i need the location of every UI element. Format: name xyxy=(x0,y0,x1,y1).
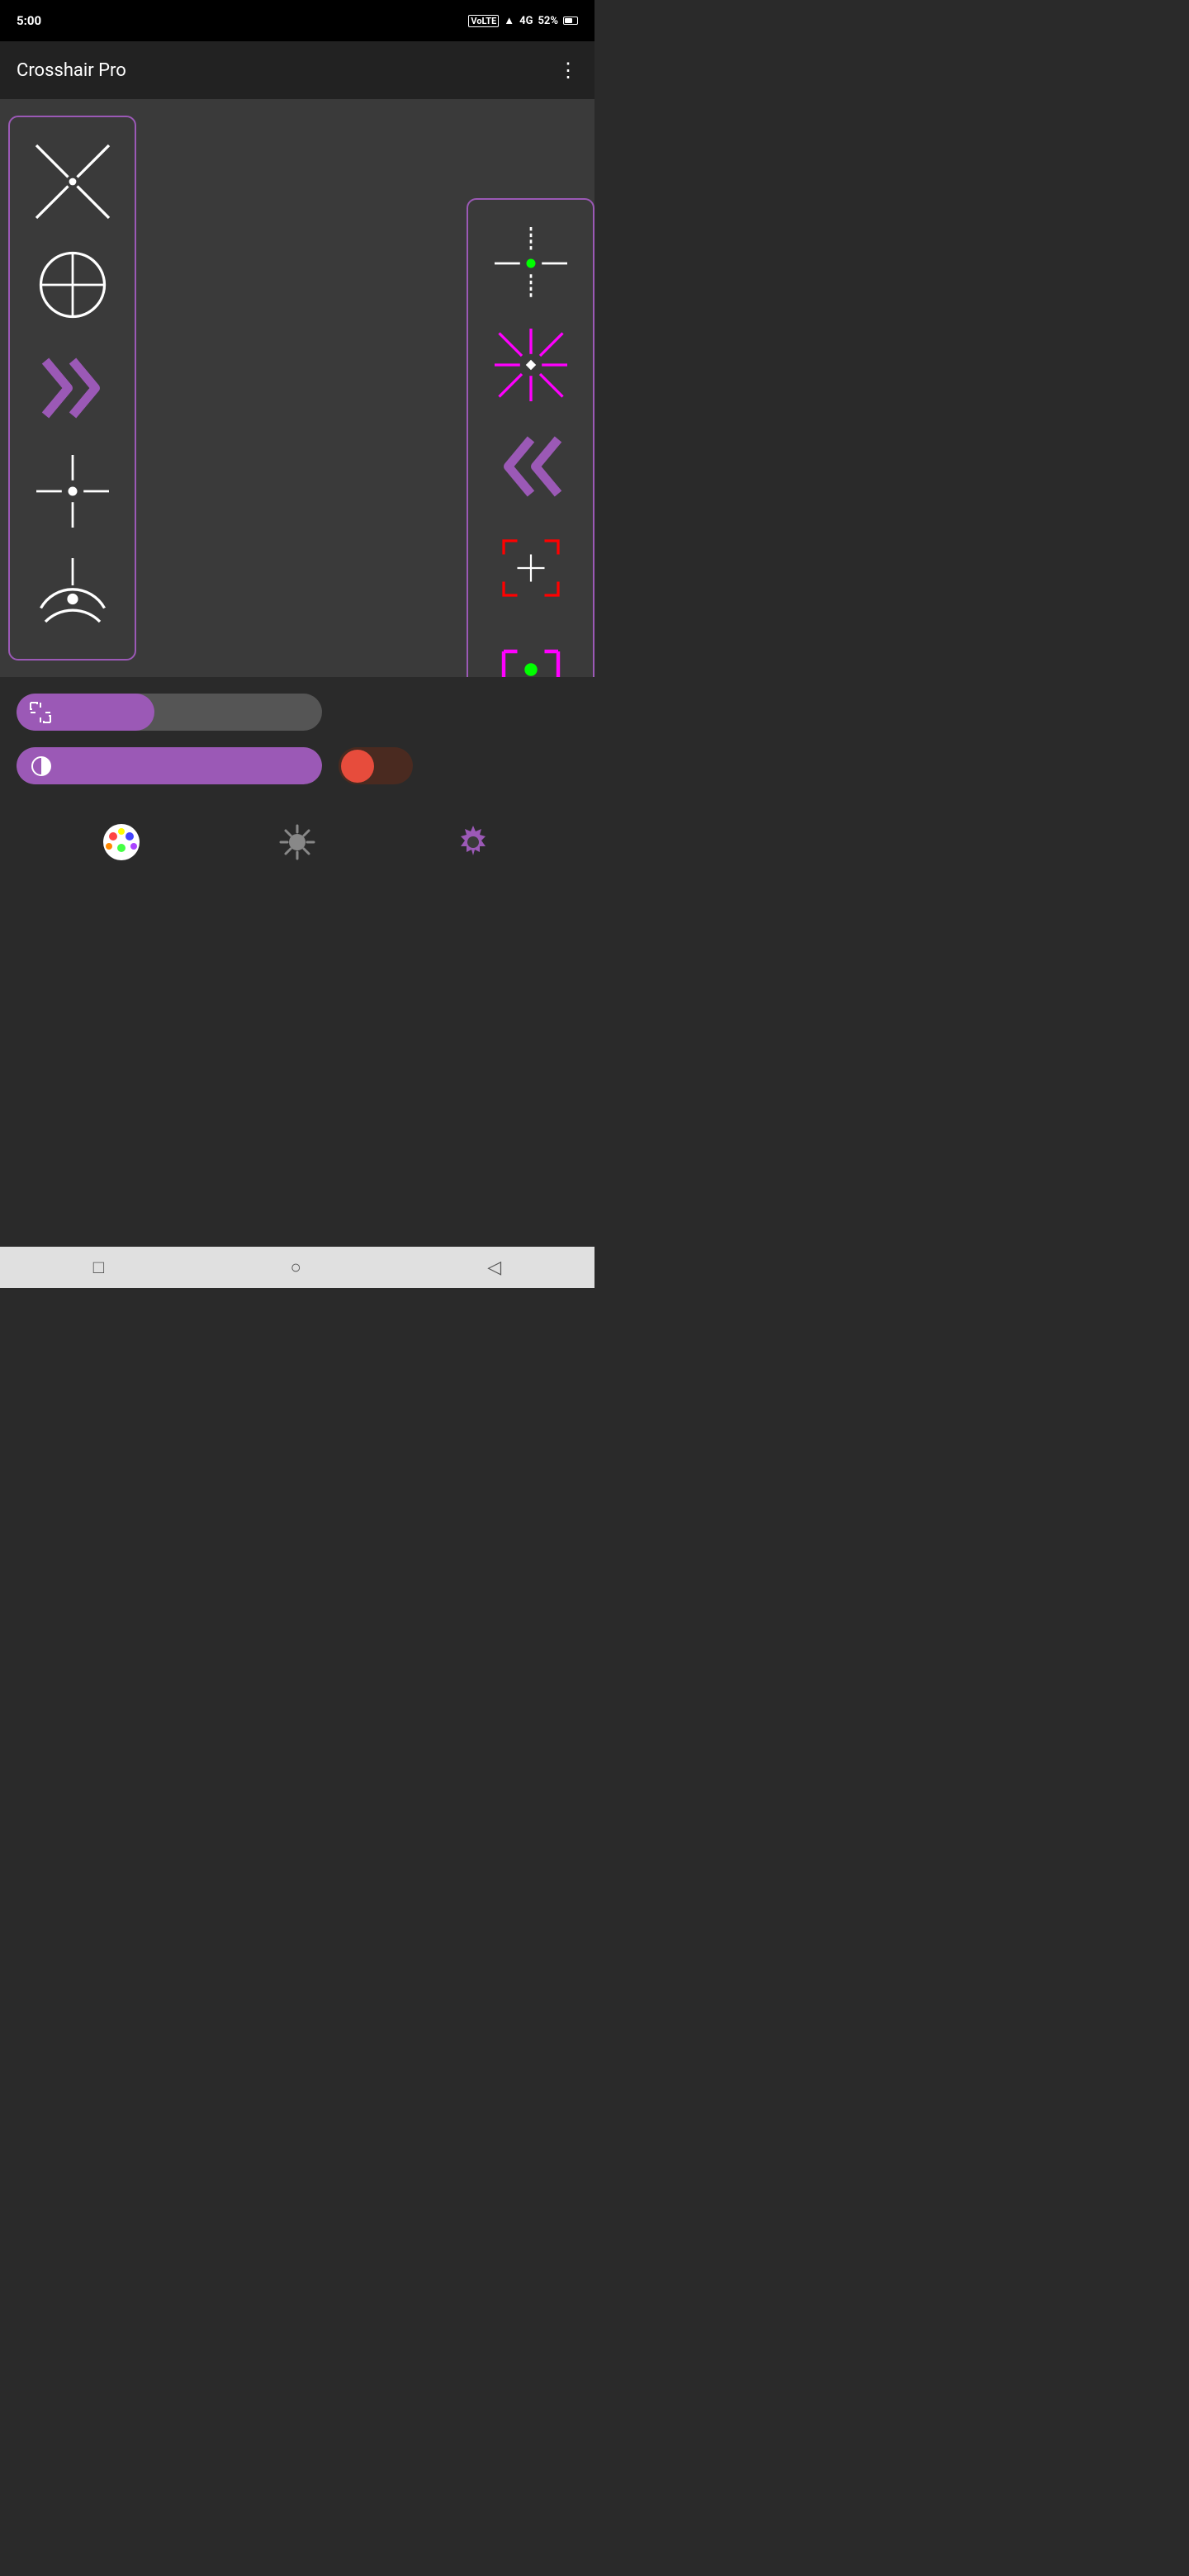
bottom-toolbar xyxy=(0,809,594,875)
crosshair-item-chevrons-left[interactable] xyxy=(486,421,576,512)
nav-square-button[interactable]: □ xyxy=(93,1257,104,1278)
palette-button[interactable] xyxy=(98,820,144,865)
left-crosshair-panel xyxy=(8,116,136,661)
opacity-row xyxy=(17,747,578,784)
opacity-slider-fill xyxy=(17,747,322,784)
crosshair-item-circle-cross[interactable] xyxy=(27,239,118,330)
opacity-slider-track[interactable] xyxy=(17,747,322,784)
crosshair-item-chevrons[interactable] xyxy=(27,343,118,433)
menu-button[interactable]: ⋮ xyxy=(558,59,578,82)
crosshair-item-dot-cross[interactable] xyxy=(27,446,118,537)
battery-icon xyxy=(563,17,578,25)
controls-area xyxy=(0,677,594,793)
toggle-knob xyxy=(341,750,374,783)
main-content xyxy=(0,99,594,677)
nav-back-button[interactable]: ◁ xyxy=(487,1257,501,1278)
status-time: 5:00 xyxy=(17,13,41,28)
app-header: Crosshair Pro ⋮ xyxy=(0,41,594,99)
size-slider-row xyxy=(17,694,578,731)
crosshair-item-star-cross[interactable] xyxy=(486,320,576,410)
app-title: Crosshair Pro xyxy=(17,60,126,81)
settings-button[interactable] xyxy=(451,820,496,865)
crosshair-item-bracket-cross[interactable] xyxy=(486,523,576,613)
crosshair-item-dashed-cross[interactable] xyxy=(486,218,576,309)
opacity-icon xyxy=(29,754,54,779)
battery-percent: 52% xyxy=(538,15,558,27)
wifi-icon: ▲ xyxy=(504,14,514,27)
status-right: VoLTE ▲ 4G 52% xyxy=(468,14,578,27)
size-slider-fill xyxy=(17,694,154,731)
crosshair-item-x-cross[interactable] xyxy=(27,136,118,227)
volte-icon: VoLTE xyxy=(468,15,499,27)
nav-bar: □ ○ ◁ xyxy=(0,1247,594,1288)
status-bar: 5:00 VoLTE ▲ 4G 52% xyxy=(0,0,594,41)
size-icon xyxy=(29,701,52,724)
signal-icon: 4G xyxy=(519,15,533,27)
right-crosshair-panel xyxy=(467,198,594,735)
toggle-switch[interactable] xyxy=(339,747,413,784)
nav-home-button[interactable]: ○ xyxy=(291,1257,301,1278)
crosshair-item-arc-dot[interactable] xyxy=(27,549,118,640)
size-slider-track[interactable] xyxy=(17,694,322,731)
brightness-button[interactable] xyxy=(274,820,320,865)
